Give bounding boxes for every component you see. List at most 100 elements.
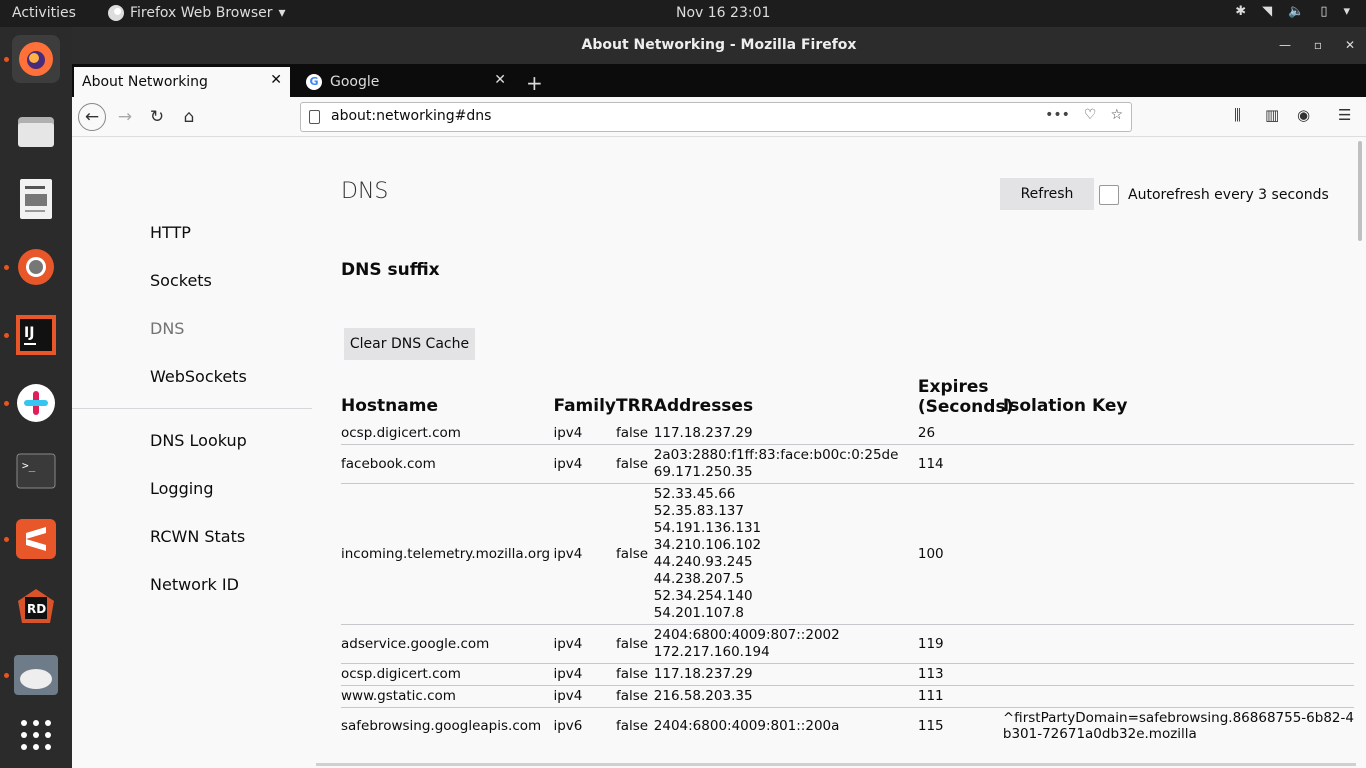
pocket-icon[interactable]: ♡ — [1084, 107, 1097, 123]
files-launcher[interactable] — [12, 107, 60, 155]
page-actions-icon[interactable]: ••• — [1045, 107, 1070, 123]
title-bar: About Networking - Mozilla Firefox — ▫ ✕ — [72, 27, 1366, 64]
address-entry: 52.33.45.66 — [653, 486, 736, 502]
clock[interactable]: Nov 16 23:01 — [676, 5, 770, 21]
trr-cell: false — [616, 666, 649, 682]
isolation-key-cell: ^firstPartyDomain=safebrowsing.86868755-… — [1003, 708, 1354, 745]
writer-launcher[interactable] — [12, 175, 60, 223]
activities-button[interactable]: Activities — [12, 5, 76, 21]
autorefresh-checkbox[interactable] — [1099, 185, 1119, 205]
reload-button[interactable]: ↻ — [144, 104, 170, 130]
hostname-cell: www.gstatic.com — [341, 688, 456, 704]
system-tray[interactable]: ✱ ◥ 🔈 ▯ ▾ — [1235, 4, 1350, 19]
address-entry: 69.171.250.35 — [653, 464, 753, 480]
dns-suffix-heading: DNS suffix — [341, 260, 440, 280]
sidebar-toggle-icon[interactable]: ▥ — [1265, 106, 1279, 124]
terminal-launcher[interactable]: >_ — [12, 447, 60, 495]
hostname-cell: facebook.com — [341, 455, 436, 472]
chevron-down-icon: ▾ — [278, 5, 286, 21]
sidebar-item-dns-lookup[interactable]: DNS Lookup — [150, 431, 247, 450]
horizontal-scrollbar[interactable] — [316, 763, 1356, 766]
column-header-hostname: Hostname — [341, 396, 438, 416]
chrome-launcher[interactable] — [12, 243, 60, 291]
mysql-workbench-launcher[interactable] — [12, 651, 60, 699]
vertical-scrollbar[interactable] — [1358, 141, 1362, 241]
firefox-launcher[interactable] — [12, 35, 60, 83]
expires-cell: 113 — [917, 666, 944, 682]
sidebar-divider — [72, 408, 312, 409]
column-header-family: Family — [553, 396, 616, 416]
back-button[interactable]: ← — [78, 103, 106, 131]
sidebar-item-websockets[interactable]: WebSockets — [150, 367, 247, 386]
family-cell: ipv4 — [553, 666, 583, 682]
app-menu[interactable]: Firefox Web Browser ▾ — [108, 5, 286, 21]
addresses-cell: 2404:6800:4009:807::2002 172.217.160.194 — [654, 625, 918, 664]
family-cell: ipv4 — [553, 635, 583, 652]
column-header-isolation-key: Isolation Key — [1002, 396, 1128, 416]
chrome-icon — [18, 249, 54, 285]
sidebar-item-http[interactable]: HTTP — [150, 223, 191, 242]
forward-button[interactable]: → — [112, 104, 138, 130]
address-entry: 117.18.237.29 — [653, 425, 753, 441]
expires-cell: 115 — [917, 717, 944, 734]
address-entry: 117.18.237.29 — [653, 666, 753, 682]
url-bar[interactable]: about:networking#dns ••• ♡ ☆ — [300, 102, 1132, 132]
tab-google[interactable]: G Google ✕ — [298, 67, 514, 97]
table-row: ocsp.digicert.com ipv4 false 117.18.237.29 2… — [341, 423, 1354, 445]
slack-tray-icon[interactable]: ✱ — [1235, 4, 1246, 19]
new-tab-button[interactable]: + — [526, 71, 543, 95]
wifi-icon[interactable]: ◥ — [1262, 4, 1272, 19]
trr-cell: false — [616, 717, 649, 734]
close-tab-icon[interactable]: ✕ — [270, 72, 282, 88]
clear-dns-cache-button[interactable]: Clear DNS Cache — [344, 328, 475, 360]
table-row: adservice.google.com ipv4 false 2404:6800:4… — [341, 624, 1354, 664]
isolation-key-cell — [1003, 484, 1354, 625]
slack-launcher[interactable] — [12, 379, 60, 427]
sublime-launcher[interactable] — [12, 515, 60, 563]
minimize-button[interactable]: — — [1277, 27, 1293, 64]
maximize-button[interactable]: ▫ — [1310, 27, 1326, 64]
show-apps-button[interactable] — [12, 711, 60, 759]
svg-text:IJ: IJ — [24, 325, 34, 341]
running-indicator — [4, 57, 9, 62]
hostname-cell: safebrowsing.googleapis.com — [341, 717, 542, 734]
family-cell: ipv4 — [553, 545, 583, 562]
workbench-icon — [14, 655, 58, 695]
hostname-cell: ocsp.digicert.com — [341, 425, 461, 441]
intellij-launcher[interactable]: IJ — [12, 311, 60, 359]
library-icon[interactable]: ⫼ — [1234, 106, 1241, 124]
battery-icon[interactable]: ▯ — [1320, 4, 1327, 19]
sidebar-item-network-id[interactable]: Network ID — [150, 575, 239, 594]
sidebar-item-dns[interactable]: DNS — [150, 319, 184, 338]
home-button[interactable]: ⌂ — [176, 104, 202, 130]
account-icon[interactable]: ◉ — [1297, 106, 1310, 124]
table-row: facebook.com ipv4 false 2a03:2880:f1ff:83:f… — [341, 444, 1354, 484]
rider-launcher[interactable]: RD — [12, 583, 60, 631]
isolation-key-cell — [1003, 664, 1354, 686]
address-entry: 216.58.203.35 — [653, 688, 753, 704]
isolation-key-cell — [1003, 423, 1354, 445]
address-entry: 2404:6800:4009:801::200a — [653, 717, 840, 734]
column-header-expires: Expires (Seconds) — [918, 377, 1013, 423]
menu-icon[interactable]: ☰ — [1338, 106, 1351, 124]
app-grid-icon — [21, 720, 51, 750]
top-bar: Activities Firefox Web Browser ▾ Nov 16 … — [0, 0, 1366, 27]
addresses-cell: 2a03:2880:f1ff:83:face:b00c:0:25de 69.171… — [654, 445, 918, 484]
tab-about-networking[interactable]: About Networking ✕ — [74, 67, 290, 97]
isolation-key-cell — [1003, 686, 1354, 708]
sidebar-item-sockets[interactable]: Sockets — [150, 271, 212, 290]
family-cell: ipv4 — [553, 425, 583, 441]
volume-icon[interactable]: 🔈 — [1288, 4, 1304, 19]
close-window-button[interactable]: ✕ — [1342, 27, 1358, 64]
expires-cell: 119 — [917, 635, 944, 652]
close-tab-icon[interactable]: ✕ — [494, 72, 506, 88]
sidebar-item-rcwn-stats[interactable]: RCWN Stats — [150, 527, 245, 546]
family-cell: ipv4 — [553, 688, 583, 704]
refresh-button[interactable]: Refresh — [1000, 178, 1094, 210]
address-entry: 44.238.207.5 — [653, 571, 744, 587]
hostname-cell: ocsp.digicert.com — [341, 666, 461, 682]
address-entry: 34.210.106.102 — [653, 537, 762, 553]
chevron-down-icon[interactable]: ▾ — [1343, 4, 1350, 19]
sidebar-item-logging[interactable]: Logging — [150, 479, 213, 498]
bookmark-star-icon[interactable]: ☆ — [1110, 107, 1123, 123]
